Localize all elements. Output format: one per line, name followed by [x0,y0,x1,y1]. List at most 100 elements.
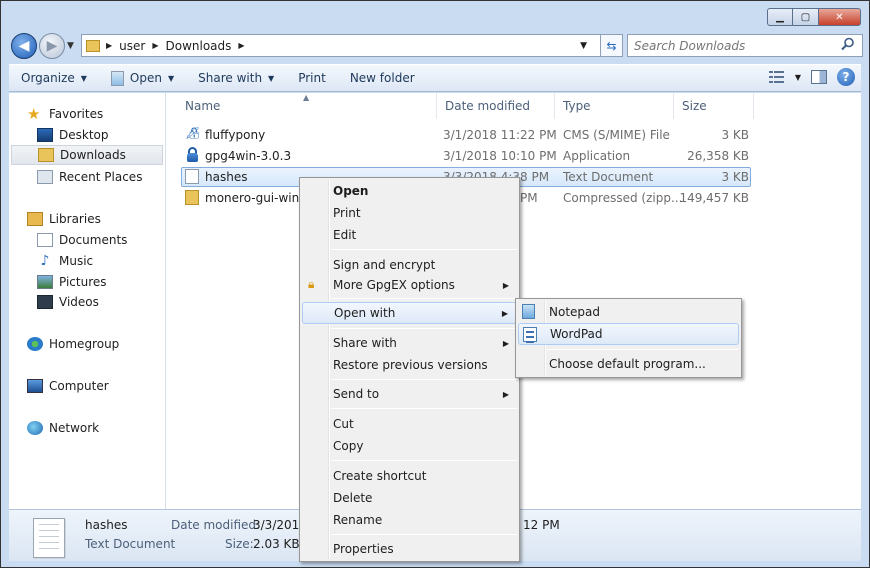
nav-label: Music [59,254,94,268]
help-icon[interactable]: ? [837,68,855,86]
back-button[interactable]: ◀ [11,33,37,59]
details-size-value: 2.03 KB [253,537,300,551]
open-button[interactable]: Open ▼ [99,65,186,91]
file-row[interactable]: gpg4win-3.0.3 3/1/2018 10:10 PM Applicat… [181,146,751,166]
menu-item-create-shortcut[interactable]: Create shortcut [302,465,517,487]
open-with-submenu: Notepad WordPad Choose default program..… [515,298,742,378]
nav-favorites[interactable]: ★ Favorites [27,104,103,124]
nav-documents[interactable]: Documents [37,230,127,250]
nav-libraries[interactable]: Libraries [27,209,101,229]
column-header-type[interactable]: Type [555,93,674,119]
nav-recent-places[interactable]: Recent Places [37,167,142,187]
menu-item-more-gpgex[interactable]: 🔒︎ More GpgEX options ▶ [302,274,517,296]
menu-label: Restore previous versions [333,358,488,372]
wordpad-icon [523,327,537,343]
menu-item-delete[interactable]: Delete [302,487,517,509]
menu-item-send-to[interactable]: Send to ▶ [302,383,517,405]
menu-item-print[interactable]: Print [302,202,517,224]
menu-label: Create shortcut [333,469,427,483]
nav-desktop[interactable]: Desktop [37,125,109,145]
chevron-down-icon[interactable]: ▼ [795,73,801,82]
menu-item-properties[interactable]: Properties [302,538,517,560]
menu-item-sign-encrypt[interactable]: Sign and encrypt [302,254,517,276]
nav-computer[interactable]: Computer [27,376,109,396]
homegroup-icon [27,337,43,351]
organize-button[interactable]: Organize ▼ [9,65,99,91]
minimize-button[interactable]: ▁ [767,8,793,26]
menu-item-copy[interactable]: Copy [302,435,517,457]
menu-label: Notepad [549,305,600,319]
breadcrumb-downloads[interactable]: Downloads [166,39,232,53]
nav-label: Desktop [59,128,109,142]
menu-item-edit[interactable]: Edit [302,224,517,246]
desktop-icon [37,128,53,142]
menu-label: Rename [333,513,383,527]
menu-item-wordpad[interactable]: WordPad [518,323,739,345]
address-dropdown-icon[interactable]: ▼ [580,41,587,51]
notepad-icon [522,304,535,319]
menu-item-rename[interactable]: Rename [302,509,517,531]
file-type: Text Document [563,170,654,184]
details-file-name: hashes [85,518,128,532]
nav-downloads[interactable]: Downloads [11,145,163,165]
navigation-pane: ★ Favorites Desktop Downloads Recent Plac… [9,93,166,509]
address-bar[interactable]: ▶ user ▶ Downloads ▶ ▼ [81,34,601,57]
menu-item-share-with[interactable]: Share with ▶ [302,332,517,354]
nav-videos[interactable]: Videos [37,292,99,312]
file-size: 149,457 KB [679,191,749,205]
menu-label: Open with [334,306,396,320]
menu-item-notepad[interactable]: Notepad [518,301,739,323]
nav-network[interactable]: Network [27,418,99,438]
breadcrumb-separator-icon[interactable]: ▶ [238,41,244,50]
folder-icon [86,39,100,52]
menu-label: Properties [333,542,394,556]
file-type: CMS (S/MIME) File [563,128,670,142]
details-date-label: Date modified: [171,518,261,532]
close-button[interactable]: ✕ [819,8,861,26]
menu-label: Edit [333,228,357,242]
close-icon: ✕ [835,11,844,23]
print-button[interactable]: Print [286,65,338,91]
new-folder-button[interactable]: New folder [338,65,427,91]
nav-homegroup[interactable]: Homegroup [27,334,119,354]
menu-item-choose-default[interactable]: Choose default program... [518,353,739,375]
menu-separator [331,298,517,299]
file-row[interactable]: 🔏︎ fluffypony 3/1/2018 11:22 PM CMS (S/M… [181,125,751,145]
menu-label: More GpgEX options [333,278,455,292]
column-label: Type [563,99,591,113]
breadcrumb-user[interactable]: user [119,39,145,53]
recent-pages-dropdown[interactable]: ▼ [67,41,74,51]
share-with-button[interactable]: Share with ▼ [186,65,286,91]
column-header-size[interactable]: Size [674,93,754,119]
menu-separator [331,408,517,409]
nav-label: Videos [59,295,99,309]
preview-pane-icon[interactable] [811,70,827,84]
menu-separator [331,534,517,535]
search-input[interactable] [627,34,863,57]
nav-label: Documents [59,233,128,247]
nav-music[interactable]: ♪ Music [37,251,94,271]
menu-label: Share with [333,336,397,350]
breadcrumb-separator-icon[interactable]: ▶ [106,41,112,50]
details-date-value: 12 PM [523,518,560,532]
maximize-button[interactable]: ▢ [793,8,819,26]
view-options-icon[interactable] [768,70,785,84]
search-icon[interactable] [841,37,855,51]
menu-item-open-with[interactable]: Open with ▶ [302,302,517,324]
column-header-name[interactable]: Name [177,93,437,119]
menu-item-cut[interactable]: Cut [302,413,517,435]
forward-button[interactable]: ▶ [39,33,65,59]
computer-icon [27,379,43,393]
organize-label: Organize [21,71,75,85]
nav-label: Downloads [60,148,126,162]
file-type: Compressed (zipp... [563,191,683,205]
breadcrumb-separator-icon[interactable]: ▶ [152,41,158,50]
refresh-button[interactable]: ⇆ [601,34,623,57]
chevron-down-icon: ▼ [167,73,175,83]
menu-item-open[interactable]: Open [302,180,517,202]
nav-pictures[interactable]: Pictures [37,272,107,292]
column-header-date[interactable]: Date modified [437,93,555,119]
menu-separator [331,379,517,380]
menu-item-restore[interactable]: Restore previous versions [302,354,517,376]
column-label: Name [185,99,221,113]
